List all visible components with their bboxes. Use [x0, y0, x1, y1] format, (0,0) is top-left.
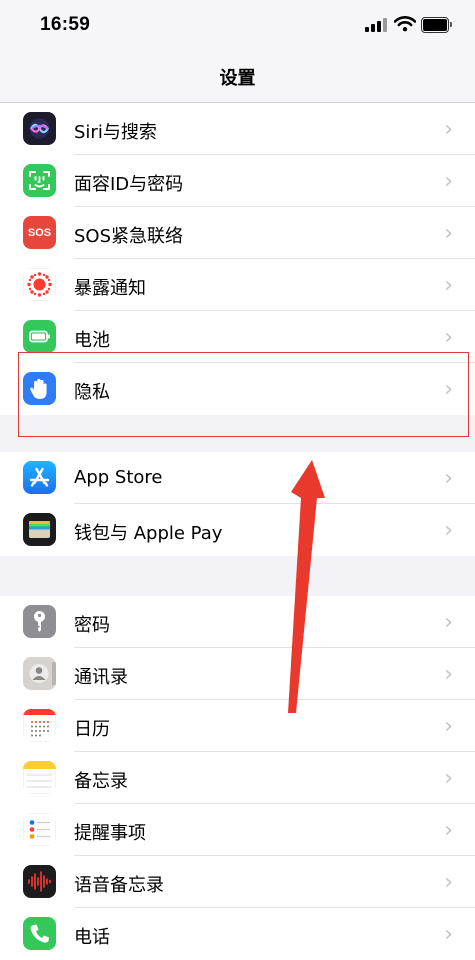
navigation-bar: 设置: [0, 50, 475, 103]
face-id-icon: [23, 164, 56, 197]
reminders-icon: [23, 813, 56, 846]
row-label: 暴露通知: [74, 278, 146, 299]
settings-group-system: Siri与搜索 › 面容ID与密码 › SOS SOS紧急联络 › 暴露通知 ›…: [0, 103, 475, 415]
status-time: 16:59: [40, 14, 91, 35]
page-title: 设置: [219, 68, 256, 89]
row-contacts[interactable]: 通讯录 ›: [0, 648, 475, 700]
chevron-right-icon: ›: [444, 325, 453, 350]
battery-icon: [23, 320, 56, 353]
chevron-right-icon: ›: [444, 818, 453, 843]
app-store-icon: [23, 461, 56, 494]
voice-memos-icon: [23, 865, 56, 898]
row-face-id-passcode[interactable]: 面容ID与密码 ›: [0, 155, 475, 207]
phone-icon: [23, 917, 56, 950]
row-label: 电池: [74, 330, 110, 351]
wifi-icon: [394, 16, 416, 32]
row-passwords[interactable]: 密码 ›: [0, 596, 475, 648]
chevron-right-icon: ›: [444, 714, 453, 739]
row-exposure-notifications[interactable]: 暴露通知 ›: [0, 259, 475, 311]
row-label: 语音备忘录: [74, 875, 164, 896]
row-label: 日历: [74, 719, 110, 740]
cellular-signal-icon: [365, 18, 387, 32]
row-label: App Store: [74, 467, 163, 488]
key-icon: [23, 605, 56, 638]
row-label: 通讯录: [74, 667, 128, 688]
row-label: 电话: [74, 927, 110, 948]
contacts-icon: [23, 657, 56, 690]
row-label: 面容ID与密码: [74, 174, 184, 195]
row-calendar[interactable]: 日历 ›: [0, 700, 475, 752]
chevron-right-icon: ›: [444, 273, 453, 298]
chevron-right-icon: ›: [444, 466, 453, 491]
row-phone[interactable]: 电话 ›: [0, 908, 475, 960]
settings-group-apps: 密码 › 通讯录 › 日历 › 备忘录 › 提醒事项 › 语音备忘录 › 电话 …: [0, 596, 475, 960]
row-label: 提醒事项: [74, 823, 146, 844]
settings-group-store: App Store › 钱包与 Apple Pay ›: [0, 452, 475, 556]
battery-status-icon: [421, 17, 452, 33]
row-emergency-sos[interactable]: SOS SOS紧急联络 ›: [0, 207, 475, 259]
chevron-right-icon: ›: [444, 922, 453, 947]
chevron-right-icon: ›: [444, 766, 453, 791]
row-label: 隐私: [74, 382, 110, 403]
chevron-right-icon: ›: [444, 870, 453, 895]
chevron-right-icon: ›: [444, 662, 453, 687]
row-battery[interactable]: 电池 ›: [0, 311, 475, 363]
privacy-hand-icon: [23, 372, 56, 405]
row-label: SOS紧急联络: [74, 226, 184, 247]
chevron-right-icon: ›: [444, 221, 453, 246]
row-siri-search[interactable]: Siri与搜索 ›: [0, 103, 475, 155]
sos-icon: SOS: [23, 216, 56, 249]
row-app-store[interactable]: App Store ›: [0, 452, 475, 504]
row-label: Siri与搜索: [74, 122, 157, 143]
row-label: 备忘录: [74, 771, 128, 792]
chevron-right-icon: ›: [444, 117, 453, 142]
row-notes[interactable]: 备忘录 ›: [0, 752, 475, 804]
row-voice-memos[interactable]: 语音备忘录 ›: [0, 856, 475, 908]
chevron-right-icon: ›: [444, 518, 453, 543]
chevron-right-icon: ›: [444, 377, 453, 402]
calendar-icon: [23, 709, 56, 742]
row-label: 密码: [74, 615, 110, 636]
notes-icon: [23, 761, 56, 794]
row-label: 钱包与 Apple Pay: [74, 523, 223, 544]
exposure-notification-icon: [23, 268, 56, 301]
wallet-icon: [23, 513, 56, 546]
row-reminders[interactable]: 提醒事项 ›: [0, 804, 475, 856]
status-bar: 16:59: [0, 0, 475, 50]
siri-icon: [23, 112, 56, 145]
row-wallet-apple-pay[interactable]: 钱包与 Apple Pay ›: [0, 504, 475, 556]
row-privacy[interactable]: 隐私 ›: [0, 363, 475, 415]
sos-icon-text: SOS: [27, 226, 52, 239]
chevron-right-icon: ›: [444, 610, 453, 635]
chevron-right-icon: ›: [444, 169, 453, 194]
